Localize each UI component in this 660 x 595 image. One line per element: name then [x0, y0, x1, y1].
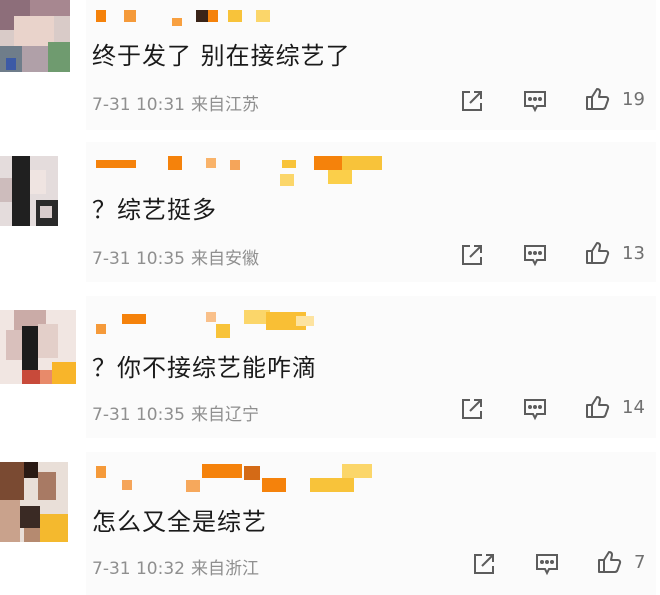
comment-meta: 7-31 10:31 来自江苏: [92, 90, 259, 115]
comment-icon[interactable]: [521, 395, 549, 423]
comment-item: 终于发了 别在接综艺了 7-31 10:31 来自江苏 19: [0, 0, 660, 130]
username-blurred[interactable]: [96, 10, 296, 26]
share-icon[interactable]: [470, 550, 498, 578]
username-blurred[interactable]: [96, 156, 396, 186]
comment-location: 来自浙江: [190, 559, 259, 579]
thumbs-up-icon[interactable]: [584, 85, 612, 113]
comment-meta: 7-31 10:35 来自辽宁: [92, 400, 259, 425]
share-icon[interactable]: [458, 87, 486, 115]
like-count: 14: [622, 397, 645, 418]
comment-text: 怎么又全是综艺: [92, 508, 267, 536]
comment-icon[interactable]: [521, 241, 549, 269]
comment-date: 7-31 10:31: [92, 95, 185, 115]
comment-meta: 7-31 10:32 来自浙江: [92, 554, 259, 579]
comment-text: 终于发了 别在接综艺了: [92, 42, 351, 70]
comment-text: ？你不接综艺能咋滴: [92, 354, 317, 382]
share-icon[interactable]: [458, 395, 486, 423]
comment-date: 7-31 10:35: [92, 405, 185, 425]
comment-item: ？综艺挺多 7-31 10:35 来自安徽 13: [0, 142, 660, 282]
like-count: 13: [622, 243, 645, 264]
username-blurred[interactable]: [96, 310, 396, 338]
share-icon[interactable]: [458, 241, 486, 269]
comment-date: 7-31 10:32: [92, 559, 185, 579]
comment-icon[interactable]: [533, 550, 561, 578]
comment-meta: 7-31 10:35 来自安徽: [92, 244, 259, 269]
comment-location: 来自江苏: [190, 95, 259, 115]
comment-date: 7-31 10:35: [92, 249, 185, 269]
comment-item: ？你不接综艺能咋滴 7-31 10:35 来自辽宁 14: [0, 296, 660, 438]
comment-text: ？综艺挺多: [92, 196, 217, 224]
avatar[interactable]: [0, 462, 68, 542]
avatar[interactable]: [0, 156, 58, 226]
comment-icon[interactable]: [521, 87, 549, 115]
thumbs-up-icon[interactable]: [584, 239, 612, 267]
avatar[interactable]: [0, 0, 70, 72]
comment-location: 来自安徽: [190, 249, 259, 269]
like-count: 19: [622, 89, 645, 110]
like-count: 7: [634, 552, 646, 573]
comment-item: 怎么又全是综艺 7-31 10:32 来自浙江 7: [0, 452, 660, 595]
avatar[interactable]: [0, 310, 76, 384]
thumbs-up-icon[interactable]: [584, 393, 612, 421]
username-blurred[interactable]: [96, 464, 396, 492]
thumbs-up-icon[interactable]: [596, 548, 624, 576]
comment-location: 来自辽宁: [190, 405, 259, 425]
